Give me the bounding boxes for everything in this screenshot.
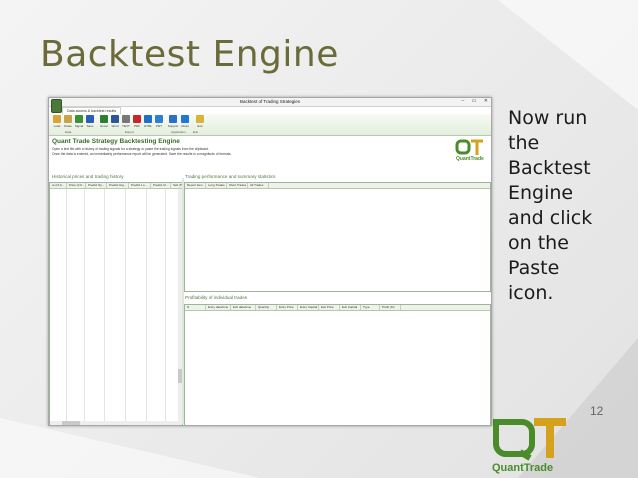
button-label: Save — [86, 124, 94, 128]
column-header[interactable]: te (CU)... — [50, 183, 67, 188]
app-logo-text: QuantTrade — [456, 156, 484, 161]
trades-grid[interactable]: N Entry date/time Exit date/time Quantity En… — [184, 304, 491, 425]
save-icon — [86, 115, 94, 123]
section-title-performance: Trading performance and summary statisti… — [185, 174, 276, 179]
group-label-application: Application — [171, 130, 186, 134]
column-header[interactable]: N — [185, 305, 206, 310]
save-button[interactable]: Save — [84, 115, 96, 128]
body-line: Engine — [508, 182, 574, 204]
button-label: PRT — [156, 124, 162, 128]
app-icon[interactable] — [51, 99, 62, 113]
body-line: Now run — [508, 107, 588, 129]
trades-grid-header: N Entry date/time Exit date/time Quantity En… — [185, 305, 490, 311]
column-header[interactable]: Price (CU... — [67, 183, 86, 188]
column-header[interactable]: Profit (%) — [380, 305, 401, 310]
body-line: and click — [508, 207, 593, 229]
history-grid[interactable]: te (CU)... Price (CU... Predict Sp... Predi… — [49, 182, 188, 425]
decor-facet-left — [0, 418, 260, 478]
title-bar: Backtest of Trading Strategies – ▭ ✕ — [49, 98, 491, 107]
body-line: Backtest — [508, 157, 591, 179]
section-title-profitability: Profitability of individual trades — [185, 295, 248, 300]
button-label: Support — [167, 124, 179, 128]
text-icon — [122, 115, 130, 123]
app-heading: Quant Trade Strategy Backtesting Engine — [52, 138, 180, 145]
body-line: icon. — [508, 282, 554, 304]
column-header[interactable]: Exit Price — [319, 305, 340, 310]
column-header[interactable]: Exit Capital — [340, 305, 361, 310]
grid-line — [104, 189, 105, 425]
summary-grid-header: Report Item Long Trades Short Trades All Tr… — [185, 183, 490, 189]
grid-line — [125, 189, 126, 425]
column-header[interactable]: Quantity — [256, 305, 277, 310]
column-header[interactable]: Type — [361, 305, 380, 310]
about-button[interactable]: About — [179, 115, 191, 128]
body-line: Paste — [508, 257, 560, 279]
app-logo: QuantTrade — [455, 139, 484, 161]
exit-icon — [196, 115, 204, 123]
pdf-icon — [133, 115, 141, 123]
grid-line — [84, 189, 85, 425]
body-line: the — [508, 132, 540, 154]
close-button[interactable]: ✕ — [484, 98, 488, 104]
column-header[interactable]: Entry Price — [277, 305, 298, 310]
column-header[interactable]: All Trades — [248, 183, 269, 188]
column-header[interactable]: Report Item — [185, 183, 206, 188]
button-label: Exit — [197, 124, 203, 128]
quanttrade-logo: QuantTrade — [492, 418, 566, 474]
column-header[interactable]: Predict Hig... — [107, 183, 129, 188]
grid-line — [146, 189, 147, 425]
column-header[interactable]: Predict Sp... — [86, 183, 107, 188]
support-icon — [169, 115, 177, 123]
support-button[interactable]: Support — [167, 115, 179, 128]
check-icon — [75, 115, 83, 123]
ribbon: Load Paste Signal Save Excel Word TEXT PDF HTML P… — [49, 114, 491, 136]
column-header[interactable]: Exit date/time — [231, 305, 256, 310]
word-icon — [111, 115, 119, 123]
button-label: About — [181, 124, 189, 128]
summary-grid[interactable]: Report Item Long Trades Short Trades All Tr… — [184, 182, 491, 292]
app-description: Open a text file with a history of tradi… — [52, 147, 352, 156]
scroll-thumb[interactable] — [62, 421, 80, 425]
decor-facet-top — [498, 0, 638, 110]
about-icon — [181, 115, 189, 123]
html-icon — [144, 115, 152, 123]
slide-body: Now run the Backtest Engine and click on… — [508, 106, 618, 306]
column-header[interactable]: Predict Cl... — [151, 183, 171, 188]
column-header[interactable]: Long Trades — [206, 183, 227, 188]
window-controls: – ▭ ✕ — [456, 98, 489, 104]
app-window: Backtest of Trading Strategies – ▭ ✕ Dat… — [48, 97, 492, 426]
group-label-export: Export — [125, 130, 134, 134]
paste-icon — [64, 115, 72, 123]
logo-text: QuantTrade — [492, 462, 553, 474]
grid-line — [66, 189, 67, 425]
minimize-button[interactable]: – — [462, 98, 465, 104]
print-icon — [155, 115, 163, 123]
folder-icon — [53, 115, 61, 123]
prt-button[interactable]: PRT — [153, 115, 165, 128]
exit-button[interactable]: Exit — [194, 115, 206, 128]
maximize-button[interactable]: ▭ — [472, 98, 477, 104]
slide-title: Backtest Engine — [40, 34, 339, 75]
column-header[interactable]: Predict Lo... — [129, 183, 151, 188]
group-label-exit: Exit — [193, 130, 199, 134]
slide-number: 12 — [590, 404, 604, 418]
body-line: on the — [508, 232, 569, 254]
window-title: Backtest of Trading Strategies — [239, 99, 301, 104]
desc-line: Once the data is entered, an immediately… — [52, 151, 232, 156]
group-label-data: Data — [65, 130, 72, 134]
column-header[interactable]: Entry date/time — [206, 305, 231, 310]
excel-icon — [100, 115, 108, 123]
column-header[interactable]: Entry Capital — [298, 305, 319, 310]
column-header[interactable]: Short Trades — [227, 183, 248, 188]
history-horizontal-scrollbar[interactable] — [50, 421, 182, 425]
section-title-history: Historical prices and trading history — [52, 174, 124, 179]
history-grid-header: te (CU)... Price (CU... Predict Sp... Predi… — [50, 183, 188, 189]
grid-line — [165, 189, 166, 425]
